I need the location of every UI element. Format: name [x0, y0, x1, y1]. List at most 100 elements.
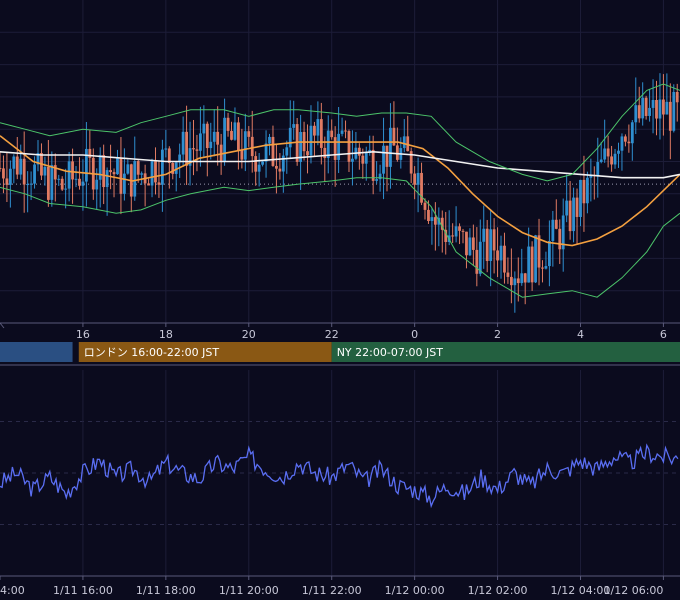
candle-up: [199, 133, 202, 151]
candle-up: [364, 152, 368, 164]
candle-down: [427, 209, 430, 222]
candle-up: [634, 105, 638, 123]
candle-up: [482, 228, 486, 242]
candle-up: [378, 173, 382, 180]
candle-down: [195, 149, 199, 151]
candle-up: [382, 145, 385, 174]
price-tick-label: 4: [577, 328, 584, 341]
candle-up: [212, 131, 216, 142]
candle-up: [98, 155, 102, 180]
candle-up: [74, 178, 78, 180]
candle-up: [513, 278, 517, 286]
candle-down: [344, 130, 347, 132]
candle-up: [430, 217, 434, 222]
candle-up: [57, 178, 61, 180]
candle-up: [150, 161, 154, 186]
candle-down: [413, 173, 417, 185]
candle-down: [46, 166, 50, 200]
candle-up: [19, 158, 23, 175]
candle-up: [651, 99, 655, 108]
candle-up: [181, 131, 185, 155]
candle-up: [316, 119, 320, 136]
candle-up: [648, 107, 651, 116]
candle-up: [81, 181, 85, 186]
candle-up: [292, 124, 296, 128]
candle-up: [402, 136, 406, 149]
candle-up: [257, 164, 261, 172]
candle-up: [50, 165, 54, 200]
candle-up: [126, 164, 130, 174]
candle-down: [496, 250, 499, 261]
candle-down: [371, 149, 375, 181]
candle-up: [209, 141, 213, 149]
candle-up: [133, 161, 137, 197]
candle-up: [551, 219, 555, 241]
candle-down: [112, 172, 116, 175]
candle-down: [15, 156, 19, 175]
oscillator-tick-label: 4:00: [0, 584, 25, 597]
candle-up: [565, 200, 569, 216]
candle-down: [250, 136, 254, 157]
candle-down: [516, 278, 520, 284]
candle-down: [675, 91, 679, 103]
price-tick-label: 0: [411, 328, 418, 341]
candle-up: [658, 99, 662, 119]
candle-up: [285, 147, 289, 156]
candle-up: [326, 130, 330, 159]
candle-down: [644, 97, 648, 116]
candle-up: [43, 166, 47, 176]
candle-up: [596, 162, 600, 176]
candle-up: [665, 101, 669, 115]
candle-down: [395, 145, 399, 160]
candle-up: [599, 159, 603, 163]
candle-up: [489, 229, 493, 261]
session-block: [0, 342, 73, 362]
session-band: ロンドン 16:00-22:00 JST NY 22:00-07:00 JST: [0, 342, 680, 366]
candle-down: [655, 99, 658, 119]
candle-down: [157, 182, 161, 185]
candle-up: [12, 156, 16, 169]
candle-up: [416, 172, 420, 185]
candle-down: [22, 158, 26, 185]
candle-up: [478, 241, 482, 274]
candle-down: [5, 178, 9, 185]
candle-up: [585, 177, 589, 204]
candle-down: [154, 161, 157, 183]
candle-up: [140, 173, 144, 175]
candle-up: [375, 179, 379, 181]
candle-down: [60, 178, 64, 190]
candle-up: [95, 179, 99, 190]
candle-down: [306, 151, 309, 156]
candle-up: [309, 125, 313, 156]
candle-up: [288, 127, 292, 148]
candle-up: [261, 161, 265, 165]
candle-down: [423, 202, 427, 210]
price-tick-label: 6: [660, 328, 667, 341]
candle-down: [313, 125, 316, 136]
candle-down: [361, 155, 365, 164]
candle-up: [630, 122, 634, 144]
candle-up: [337, 133, 341, 160]
price-tick-label: 22: [325, 328, 339, 341]
oscillator-tick-label: 1/11 22:00: [302, 584, 362, 597]
candle-up: [351, 158, 354, 162]
oscillator-tick-label: 1/12 04:00: [551, 584, 611, 597]
candle-down: [205, 123, 209, 149]
price-tick-label: 2: [494, 328, 501, 341]
candle-up: [29, 183, 33, 185]
candle-up: [603, 148, 607, 160]
candle-up: [33, 164, 36, 184]
candle-up: [641, 97, 645, 119]
candle-down: [278, 168, 282, 172]
chart-canvas: 16 18 20 22 0 2 4 6 ロンドン 16:00-22:00 JST NY 22:0…: [0, 0, 680, 600]
candle-up: [672, 91, 676, 131]
candle-up: [527, 246, 531, 283]
candle-down: [357, 147, 361, 156]
candle-down: [503, 245, 506, 273]
candle-down: [465, 231, 468, 256]
price-tick-label: 16: [76, 328, 90, 341]
candle-up: [572, 197, 575, 232]
price-tick-label: 18: [159, 328, 173, 341]
candle-up: [544, 266, 548, 269]
candle-down: [458, 226, 461, 231]
